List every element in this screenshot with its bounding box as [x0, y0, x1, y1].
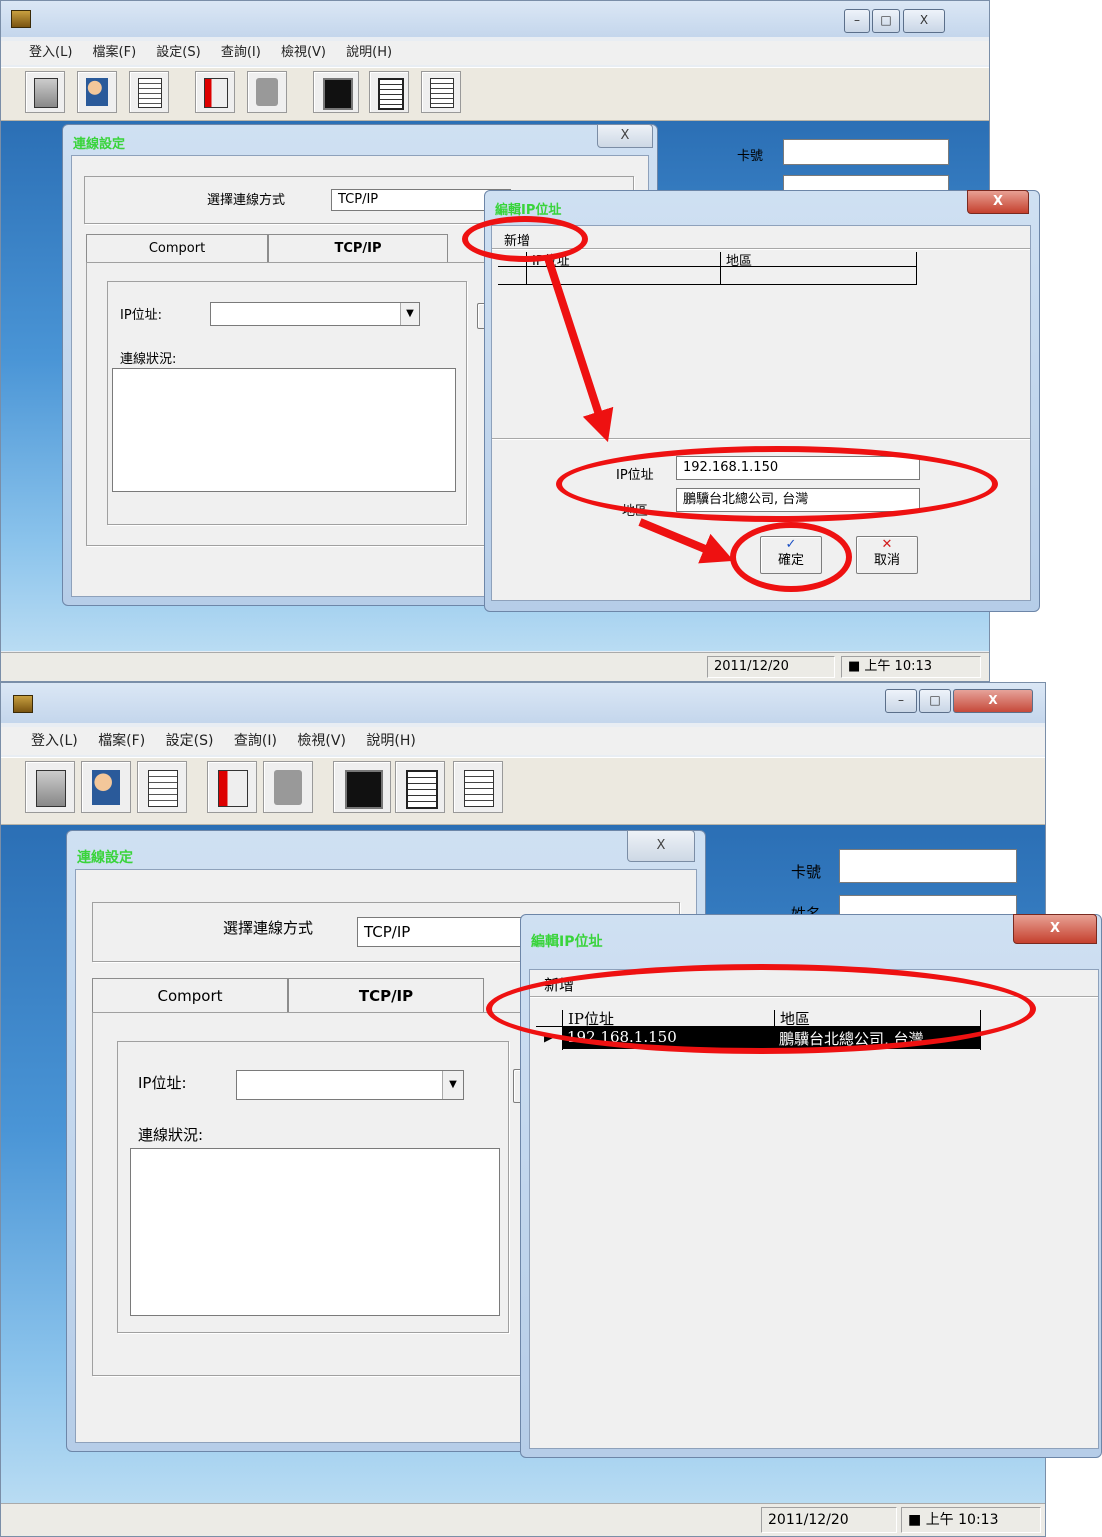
connection-status-label: 連線狀況:	[138, 1126, 204, 1144]
import-icon[interactable]	[207, 761, 257, 813]
edit-ip-dialog-title: 編輯IP位址	[531, 934, 603, 950]
minimize-button[interactable]: –	[885, 689, 917, 713]
title-bar: – □ X	[1, 683, 1045, 723]
status-bar: 2011/12/20 ■ 上午 10:13	[1, 1503, 1045, 1536]
edit-ip-close-button[interactable]: X	[1013, 914, 1097, 944]
status-date: 2011/12/20	[761, 1507, 897, 1533]
annotation-circle-row	[486, 964, 1036, 1054]
monitor-icon[interactable]	[333, 761, 391, 813]
menu-help[interactable]: 說明(H)	[366, 727, 415, 755]
card-number-field[interactable]	[839, 849, 1017, 883]
document-icon[interactable]	[137, 761, 187, 813]
report-icon[interactable]	[453, 761, 503, 813]
annotation-arrows	[544, 256, 734, 564]
menu-view[interactable]: 檢視(V)	[297, 727, 346, 755]
menu-settings[interactable]: 設定(S)	[166, 727, 214, 755]
card-number-label: 卡號	[791, 863, 822, 881]
app-icon	[13, 695, 33, 713]
clock-icon: ■	[908, 1512, 926, 1528]
menu-bar: 登入(L) 檔案(F) 設定(S) 查詢(I) 檢視(V) 說明(H)	[1, 727, 1045, 755]
ip-address-label: IP位址:	[138, 1074, 187, 1092]
user-edit-icon[interactable]	[81, 761, 131, 813]
status-time: ■ 上午 10:13	[901, 1507, 1041, 1533]
ip-address-combo[interactable]: ▼	[236, 1070, 464, 1100]
tab-tcpip[interactable]: TCP/IP	[288, 978, 484, 1012]
menu-login[interactable]: 登入(L)	[31, 727, 78, 755]
chevron-down-icon[interactable]: ▼	[442, 1071, 463, 1099]
screenshot-step-1: – □ X 登入(L) 檔案(F) 設定(S) 查詢(I) 檢視(V) 說明(H…	[0, 0, 1102, 682]
menu-file[interactable]: 檔案(F)	[98, 727, 145, 755]
arrow-to-fields	[544, 256, 614, 443]
dialog-close-button[interactable]: X	[627, 830, 695, 862]
tcpip-group: IP位址: ▼ 連線狀況:	[117, 1041, 509, 1333]
clipboard-icon[interactable]	[395, 761, 445, 813]
close-button[interactable]: X	[953, 689, 1033, 713]
export-icon[interactable]	[263, 761, 313, 813]
tab-comport[interactable]: Comport	[92, 978, 288, 1012]
method-label: 選擇連線方式	[223, 919, 314, 937]
arrow-to-ok	[638, 518, 734, 564]
maximize-button[interactable]: □	[919, 689, 951, 713]
method-combo[interactable]: TCP/IP	[357, 917, 537, 947]
menu-query[interactable]: 查詢(I)	[234, 727, 277, 755]
connection-status-memo	[130, 1148, 500, 1316]
screenshot-step-2: – □ X 登入(L) 檔案(F) 設定(S) 查詢(I) 檢視(V) 說明(H…	[0, 682, 1102, 1537]
dialog-title: 連線設定	[77, 850, 133, 866]
toolbar	[1, 757, 1045, 825]
calculator-icon[interactable]	[25, 761, 75, 813]
